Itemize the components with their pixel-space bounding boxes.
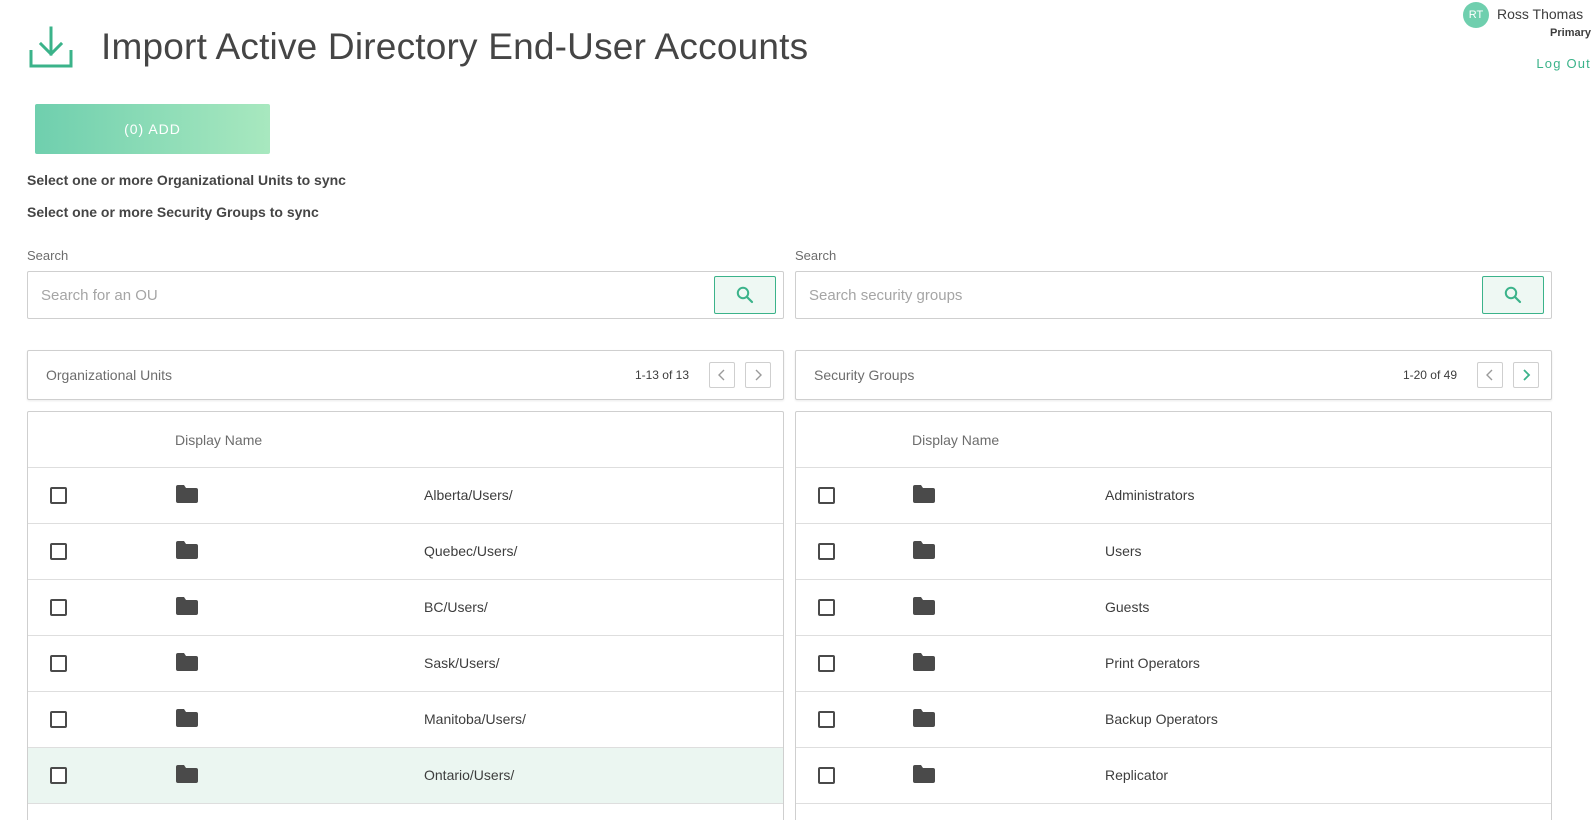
user-role: Primary (1550, 27, 1591, 39)
ou-pager: Organizational Units 1-13 of 13 (27, 350, 784, 400)
ou-search-button[interactable] (714, 276, 776, 314)
search-icon (736, 286, 754, 304)
ou-search-box (27, 271, 784, 319)
folder-icon (176, 653, 198, 671)
table-row[interactable]: Print Operators (796, 636, 1551, 692)
user-name: Ross Thomas (1497, 6, 1584, 22)
row-label: Quebec/Users/ (424, 543, 518, 559)
groups-search-label: Search (795, 248, 837, 263)
table-row[interactable]: Ontario/Users/ (28, 748, 783, 804)
groups-prev-page-button[interactable] (1477, 362, 1503, 388)
groups-search-input[interactable] (796, 272, 1476, 318)
folder-icon (176, 597, 198, 615)
ou-next-page-button[interactable] (745, 362, 771, 388)
security-groups-panel: Search Security Groups 1-20 of 49 Displa… (795, 248, 1552, 820)
row-checkbox[interactable] (818, 487, 835, 504)
groups-pager-title: Security Groups (814, 367, 915, 383)
folder-icon (913, 597, 935, 615)
row-label: Ontario/Users/ (424, 767, 515, 783)
groups-search-box (795, 271, 1552, 319)
row-checkbox[interactable] (818, 767, 835, 784)
row-checkbox[interactable] (50, 711, 67, 728)
table-row[interactable]: Quebec/Users/ (28, 524, 783, 580)
groups-next-page-button[interactable] (1513, 362, 1539, 388)
row-checkbox[interactable] (818, 711, 835, 728)
row-label: Administrators (1105, 487, 1195, 503)
ou-pager-title: Organizational Units (46, 367, 173, 383)
row-label: BC/Users/ (424, 599, 488, 615)
ou-prev-page-button[interactable] (709, 362, 735, 388)
row-label: Backup Operators (1105, 711, 1218, 727)
row-checkbox[interactable] (50, 767, 67, 784)
table-header: Display Name (796, 412, 1551, 468)
row-label: Sask/Users/ (424, 655, 500, 671)
chevron-right-icon (755, 369, 762, 381)
folder-icon (913, 765, 935, 783)
groups-pager: Security Groups 1-20 of 49 (795, 350, 1552, 400)
table-row[interactable]: Guests (796, 580, 1551, 636)
groups-instruction: Select one or more Security Groups to sy… (27, 204, 319, 220)
row-label: Print Operators (1105, 655, 1200, 671)
column-header-display-name: Display Name (912, 432, 1000, 448)
groups-search-button[interactable] (1482, 276, 1544, 314)
row-label: Guests (1105, 599, 1150, 615)
folder-icon (913, 541, 935, 559)
row-checkbox[interactable] (818, 543, 835, 560)
chevron-left-icon (1486, 369, 1493, 381)
table-row[interactable]: Administrators (796, 468, 1551, 524)
folder-icon (176, 709, 198, 727)
column-header-display-name: Display Name (175, 432, 263, 448)
logout-link[interactable]: Log Out (1536, 56, 1591, 71)
ou-instruction: Select one or more Organizational Units … (27, 172, 346, 188)
ou-pager-range: 1-13 of 13 (634, 368, 689, 382)
row-label: Alberta/Users/ (424, 487, 513, 503)
folder-icon (913, 709, 935, 727)
table-row[interactable]: Backup Operators (796, 692, 1551, 748)
ou-panel: Search Organizational Units 1-13 of 13 D… (27, 248, 784, 820)
table-row[interactable]: BC/Users/ (28, 580, 783, 636)
row-label: Manitoba/Users/ (424, 711, 526, 727)
table-header: Display Name (28, 412, 783, 468)
table-row[interactable]: Users (796, 524, 1551, 580)
ou-search-input[interactable] (28, 272, 708, 318)
table-row[interactable]: Manitoba/Users/ (28, 692, 783, 748)
groups-table: Display Name Administrators Users Guests… (795, 411, 1552, 820)
user-menu: RT Ross Thomas Primary Log Out (1441, 0, 1591, 80)
folder-icon (176, 541, 198, 559)
groups-pager-range: 1-20 of 49 (1402, 368, 1457, 382)
chevron-right-icon (1523, 369, 1531, 381)
row-label: Users (1105, 543, 1142, 559)
folder-icon (913, 653, 935, 671)
folder-icon (176, 765, 198, 783)
row-checkbox[interactable] (818, 655, 835, 672)
table-row[interactable]: Replicator (796, 748, 1551, 804)
ou-table: Display Name Alberta/Users/ Quebec/Users… (27, 411, 784, 820)
avatar[interactable]: RT (1463, 2, 1489, 28)
row-checkbox[interactable] (50, 599, 67, 616)
row-checkbox[interactable] (818, 599, 835, 616)
add-button[interactable]: (0) ADD (35, 104, 270, 154)
search-icon (1504, 286, 1522, 304)
row-checkbox[interactable] (50, 543, 67, 560)
row-checkbox[interactable] (50, 487, 67, 504)
row-label: Replicator (1105, 767, 1169, 783)
table-row[interactable]: Alberta/Users/ (28, 468, 783, 524)
folder-icon (913, 485, 935, 503)
row-checkbox[interactable] (50, 655, 67, 672)
page-title: Import Active Directory End-User Account… (101, 26, 809, 67)
table-row[interactable]: Sask/Users/ (28, 636, 783, 692)
ou-search-label: Search (27, 248, 69, 263)
folder-icon (176, 485, 198, 503)
download-icon (29, 26, 73, 68)
chevron-left-icon (718, 369, 725, 381)
